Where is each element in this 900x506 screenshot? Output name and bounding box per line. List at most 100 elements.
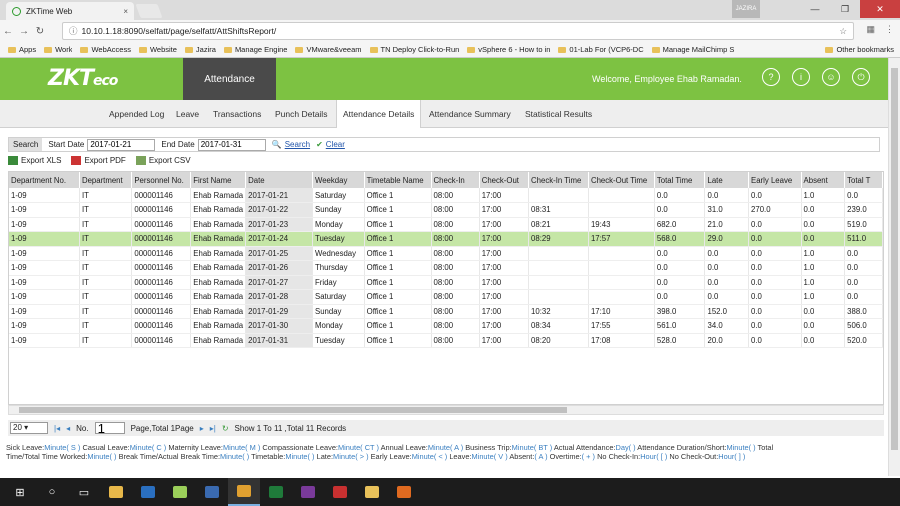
extension-icon[interactable]: ▦ [866,24,875,35]
rdp-icon[interactable] [196,478,228,506]
reload-icon[interactable]: ↻ [32,26,48,37]
column-header[interactable]: Date [245,172,313,188]
menu-icon[interactable]: ⋮ [885,24,894,35]
table-cell: 000001146 [131,246,192,261]
column-header[interactable]: First Name [190,172,247,188]
chrome-icon[interactable] [228,478,260,506]
table-row[interactable]: 1-09 IT 000001146 Ehab Ramada 2017-01-29 Sund… [9,304,883,319]
column-header[interactable]: Timetable Name [364,172,432,188]
export-csv-button[interactable]: Export CSV [135,156,191,165]
bookmark-item[interactable]: Jazira [184,45,216,54]
table-row[interactable]: 1-09 IT 000001146 Ehab Ramada 2017-01-24 Tues… [9,231,883,247]
horizontal-scroll-thumb[interactable] [19,407,567,413]
tab-leave[interactable]: Leave [170,100,205,128]
outlook-icon[interactable] [132,478,164,506]
table-row[interactable]: 1-09 IT 000001146 Ehab Ramada 2017-01-28 Satu… [9,289,883,305]
power-icon[interactable]: ⏻ [852,68,870,86]
table-cell: 0.0 [748,231,802,247]
first-page-icon[interactable]: |◂ [54,424,60,433]
next-page-icon[interactable]: ▸ [200,424,204,433]
search-link[interactable]: Search [285,140,310,149]
column-header[interactable]: Check-Out [479,172,530,188]
new-tab-button[interactable] [135,4,163,18]
excel-icon[interactable] [260,478,292,506]
close-window-button[interactable]: ✕ [860,0,900,18]
last-page-icon[interactable]: ▸| [210,424,216,433]
table-row[interactable]: 1-09 IT 000001146 Ehab Ramada 2017-01-21 Satu… [9,188,883,203]
tab-attendance-details[interactable]: Attendance Details [336,100,422,128]
bookmark-item[interactable]: Website [138,45,177,54]
tab-attendance-summary[interactable]: Attendance Summary [423,100,517,128]
column-header[interactable]: Personnel No. [131,172,192,188]
vertical-scroll-thumb[interactable] [891,68,898,450]
other-bookmarks[interactable]: Other bookmarks [825,45,894,54]
page-number-input[interactable] [94,422,125,434]
table-row[interactable]: 1-09 IT 000001146 Ehab Ramada 2017-01-30 Mond… [9,318,883,334]
acrobat-icon[interactable] [324,478,356,506]
bookmark-item[interactable]: 01-Lab For (VCP6-DC [558,45,644,54]
user-profile-badge[interactable]: JAZIRA [732,0,760,18]
search-icon[interactable]: ○ [36,478,68,506]
column-header[interactable]: Total T [844,172,883,188]
column-header[interactable]: Weekday [312,172,365,188]
table-row[interactable]: 1-09 IT 000001146 Ehab Ramada 2017-01-27 Frid… [9,275,883,290]
table-row[interactable]: 1-09 IT 000001146 Ehab Ramada 2017-01-23 Mond… [9,217,883,232]
tab-statistical-results[interactable]: Statistical Results [519,100,598,128]
bookmark-item[interactable]: VMware&veeam [295,45,362,54]
module-attendance[interactable]: Attendance [183,58,276,100]
bookmark-item[interactable]: TN Deploy Click-to-Run [369,45,459,54]
url-field[interactable]: ⓘ 10.10.1.18:8090/selfatt/page/selfatt/A… [62,22,854,40]
column-header[interactable]: Total Time [654,172,706,188]
bookmark-star-icon[interactable]: ☆ [839,26,847,37]
column-header[interactable]: Check-In Time [528,172,589,188]
bookmark-item[interactable]: vSphere 6 - How to in [467,45,550,54]
app-icon[interactable] [164,478,196,506]
bookmark-item[interactable]: Manage Engine [223,45,287,54]
clear-link[interactable]: Clear [326,140,345,149]
maximize-button[interactable]: ❐ [830,0,860,18]
table-row[interactable]: 1-09 IT 000001146 Ehab Ramada 2017-01-22 Sund… [9,202,883,218]
export-xls-button[interactable]: Export XLS [8,156,61,165]
tab-transactions[interactable]: Transactions [207,100,267,128]
vertical-scrollbar[interactable] [888,58,900,476]
info-icon[interactable]: i [792,68,810,86]
table-row[interactable]: 1-09 IT 000001146 Ehab Ramada 2017-01-26 Thur… [9,260,883,276]
forward-icon[interactable]: → [16,26,32,37]
tab-punch-details[interactable]: Punch Details [269,100,333,128]
task-view-icon[interactable]: ▭ [68,478,100,506]
user-icon[interactable]: ☺ [822,68,840,86]
back-icon[interactable]: ← [0,26,16,37]
end-date-input[interactable] [197,138,266,151]
column-header[interactable]: Department [79,172,133,188]
bookmark-item[interactable]: Manage MailChimp S [651,45,734,54]
bookmark-item[interactable]: Work [44,45,72,54]
help-icon[interactable]: ? [762,68,780,86]
column-header[interactable]: Check-Out Time [588,172,655,188]
bookmark-item[interactable]: Apps [8,45,36,54]
file-explorer-icon[interactable] [100,478,132,506]
prev-page-icon[interactable]: ◂ [66,424,70,433]
page-size-select[interactable]: 20 ▾ [10,422,48,434]
browser-tab[interactable]: ZKTime Web × [6,2,134,20]
horizontal-scrollbar[interactable] [8,405,884,415]
start-date-input[interactable] [87,138,156,151]
onenote-icon[interactable] [292,478,324,506]
windows-start-icon[interactable]: ⊞ [4,478,36,506]
table-row[interactable]: 1-09 IT 000001146 Ehab Ramada 2017-01-31 Tues… [9,333,883,348]
refresh-icon[interactable]: ↻ [222,424,229,433]
column-header[interactable]: Late [704,172,750,188]
table-row[interactable]: 1-09 IT 000001146 Ehab Ramada 2017-01-25 Wedn… [9,246,883,261]
column-header[interactable]: Check-In [431,172,480,188]
column-header[interactable]: Absent [801,172,846,188]
app-orange-icon[interactable] [388,478,420,506]
export-pdf-button[interactable]: Export PDF [71,156,126,165]
table-cell: 08:00 [431,304,480,319]
minimize-button[interactable]: — [800,0,830,18]
column-header[interactable]: Early Leave [748,172,802,188]
folder-icon[interactable] [356,478,388,506]
tab-close-icon[interactable]: × [123,7,128,16]
table-cell: 000001146 [131,289,192,305]
tab-appended-log[interactable]: Appended Log [103,100,170,128]
column-header[interactable]: Department No. [9,172,80,188]
bookmark-item[interactable]: WebAccess [80,45,131,54]
